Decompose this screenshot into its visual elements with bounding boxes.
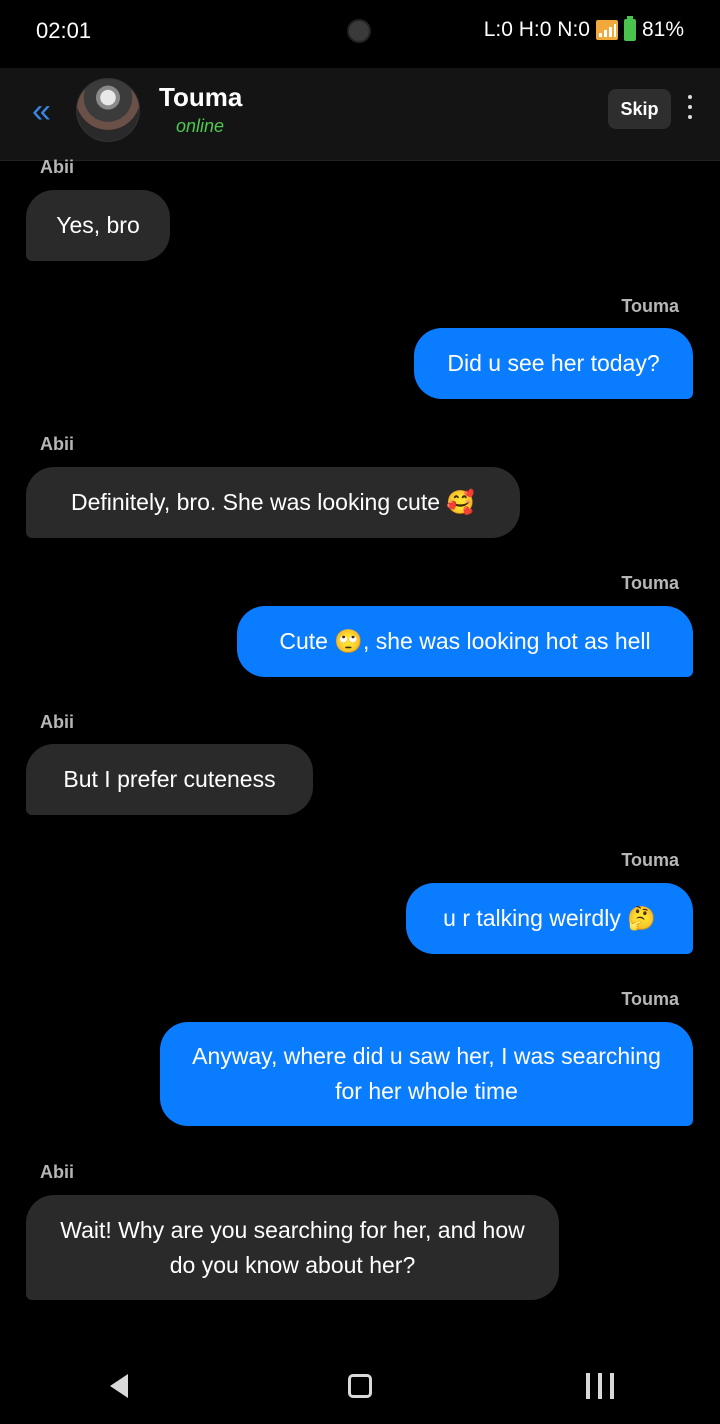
status-indicators: L:0 H:0 N:0 81% [483, 16, 684, 42]
message-bubble-outgoing[interactable]: Anyway, where did u saw her, I was searc… [160, 1022, 693, 1126]
message-bubble-outgoing[interactable]: u r talking weirdly 🤔 [406, 883, 693, 954]
message-bubble-incoming[interactable]: Wait! Why are you searching for her, and… [26, 1195, 559, 1300]
nav-recents-icon[interactable] [586, 1373, 614, 1399]
contact-name: Touma [159, 82, 243, 112]
sender-label: Touma [621, 989, 679, 1009]
sender-label: Abii [40, 157, 74, 177]
signal-icon [595, 20, 618, 40]
chat-header: « Touma online Skip [0, 68, 720, 161]
camera-dot [347, 19, 371, 43]
status-bar: 02:01 L:0 H:0 N:0 81% [0, 0, 720, 66]
more-vert-icon[interactable] [684, 95, 696, 125]
battery-percent: 81% [641, 18, 684, 41]
message-bubble-outgoing[interactable]: Did u see her today? [414, 328, 693, 399]
battery-icon [623, 16, 636, 41]
contact-status: online [176, 116, 225, 136]
sender-label: Abii [40, 712, 74, 732]
skip-button[interactable]: Skip [608, 89, 671, 129]
message-bubble-outgoing[interactable]: Cute 🙄, she was looking hot as hell [237, 606, 693, 677]
network-text: L:0 H:0 N:0 [483, 18, 590, 41]
sender-label: Touma [621, 573, 679, 593]
message-bubble-incoming[interactable]: But I prefer cuteness [26, 744, 313, 815]
back-chevron-icon[interactable]: « [32, 94, 51, 128]
system-nav-bar [0, 1358, 720, 1424]
avatar[interactable] [76, 78, 140, 142]
message-bubble-incoming[interactable]: Yes, bro [26, 190, 170, 261]
sender-label: Touma [621, 850, 679, 870]
nav-back-icon[interactable] [110, 1374, 128, 1398]
sender-label: Abii [40, 1162, 74, 1182]
nav-home-icon[interactable] [348, 1374, 372, 1398]
status-time: 02:01 [36, 18, 92, 43]
sender-label: Abii [40, 434, 74, 454]
message-bubble-incoming[interactable]: Definitely, bro. She was looking cute 🥰 [26, 467, 520, 538]
sender-label: Touma [621, 296, 679, 316]
